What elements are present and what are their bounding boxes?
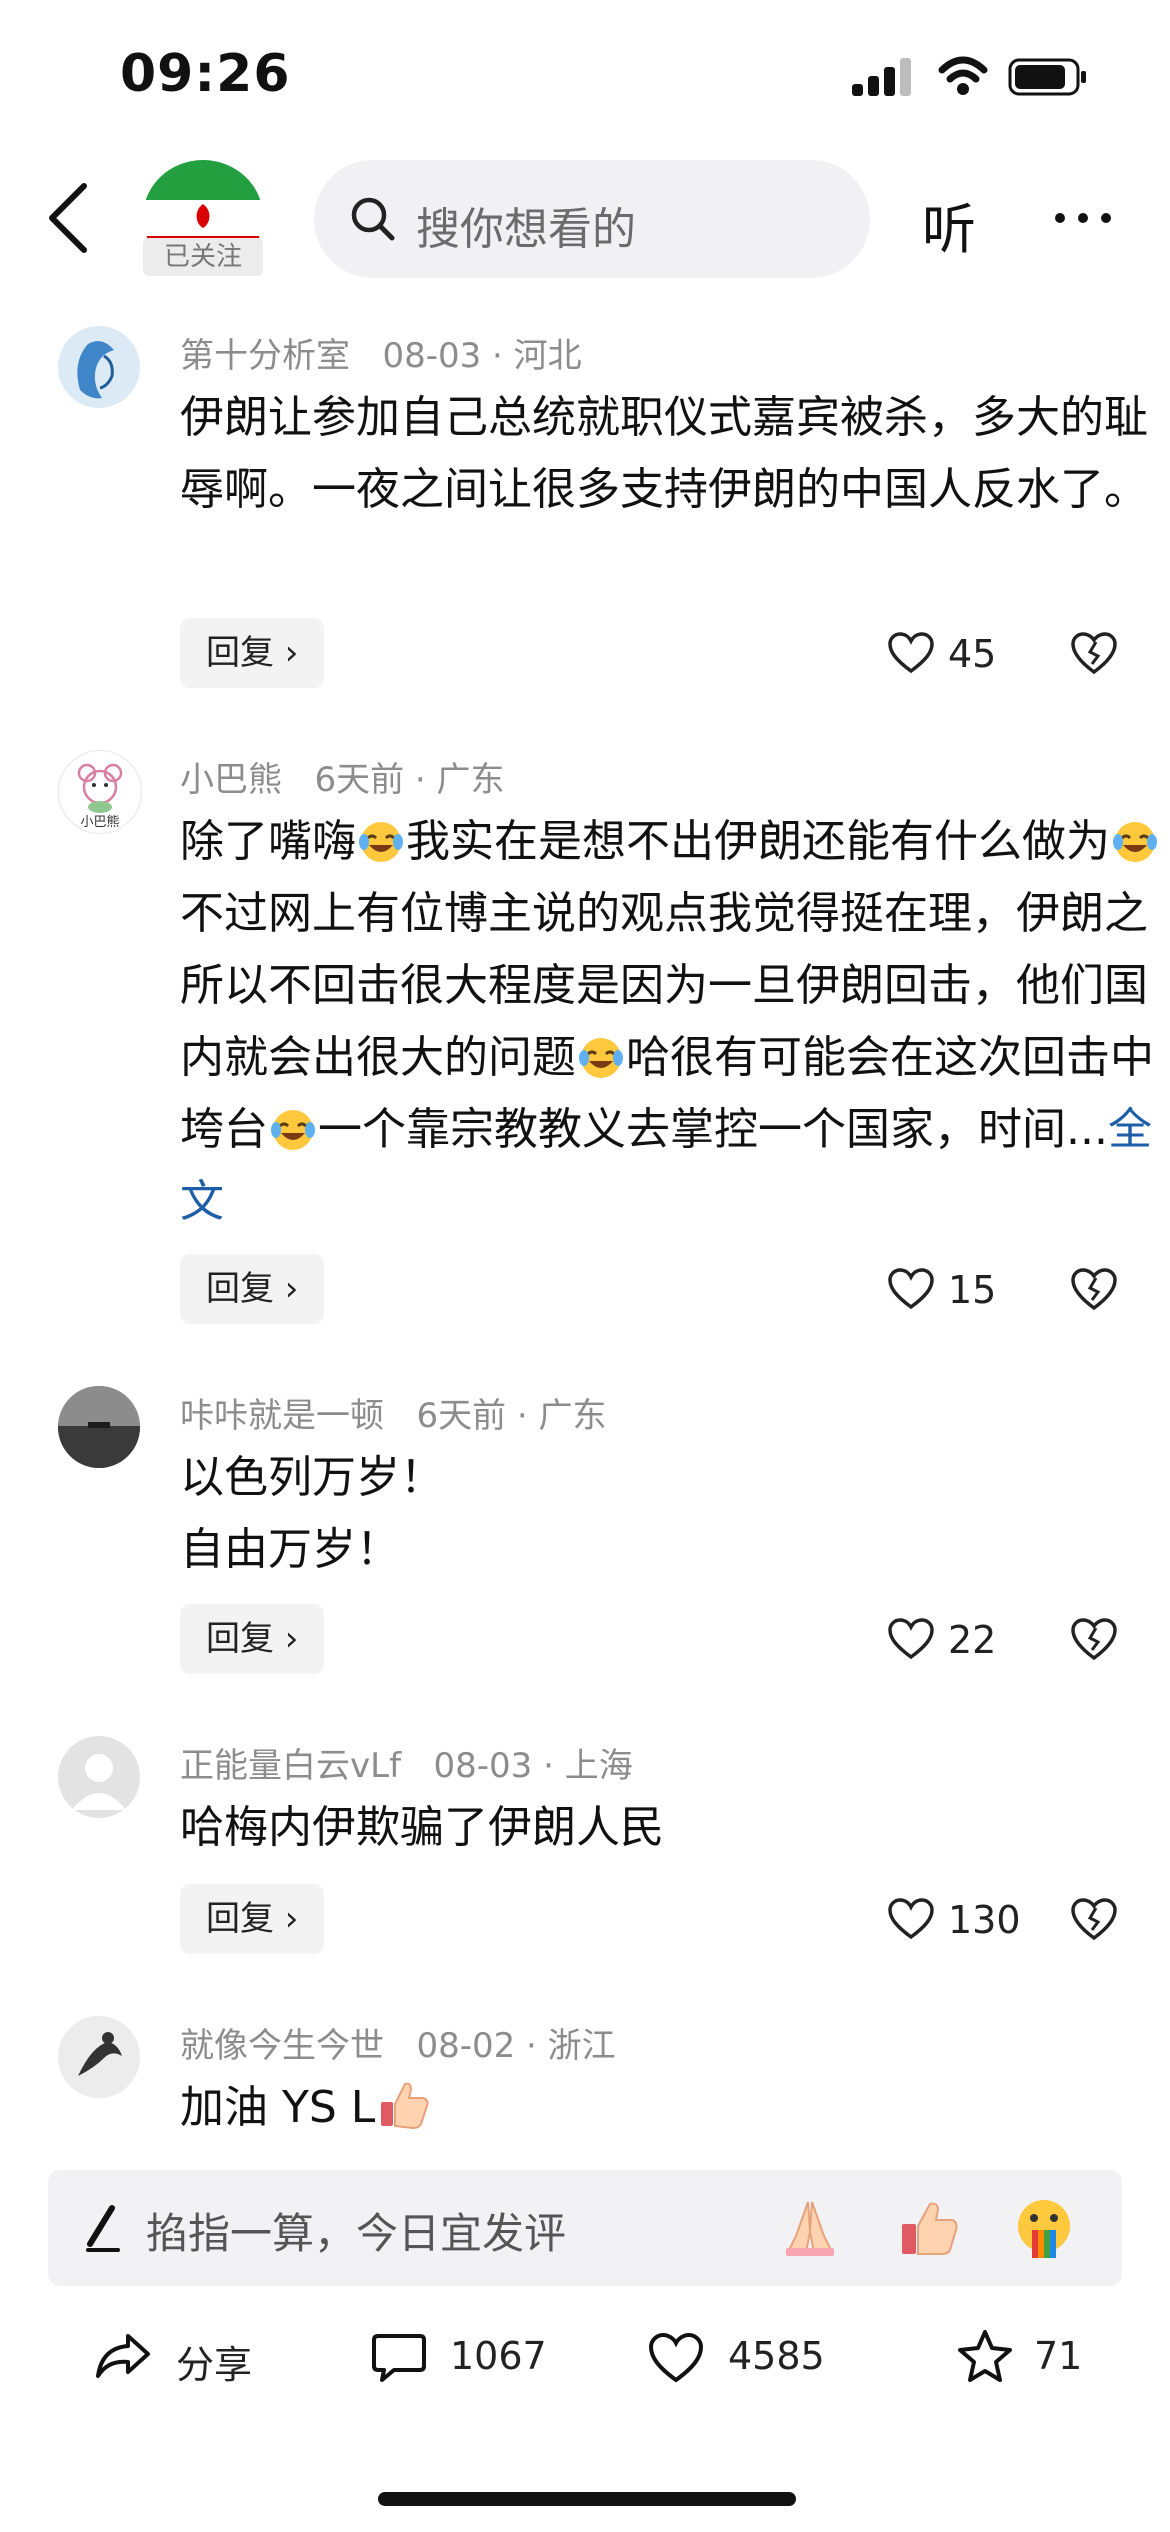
comment-username[interactable]: 小巴熊 (180, 760, 282, 800)
back-arrow-icon[interactable] (44, 180, 92, 256)
comment-meta: 正能量白云vLf 08-03 · 上海 (180, 1746, 633, 1786)
reply-button[interactable]: 回复 › (180, 618, 325, 688)
comment-input[interactable]: 掐指一算，今日宜发评 (146, 2200, 566, 2261)
reply-label: 回复 (206, 1899, 274, 1939)
heart-like-icon[interactable] (888, 1618, 934, 1660)
woman-portrait-icon (58, 326, 140, 408)
comment-text: 哈梅内伊欺骗了伊朗人民 (180, 1802, 664, 1853)
reply-button[interactable]: 回复 › (180, 1884, 325, 1954)
wifi-icon (938, 56, 988, 95)
comment-meta: 咔咔就是一顿 6天前 · 广东 (180, 1396, 607, 1436)
crying-laughing-emoji-icon (1113, 822, 1157, 862)
comment-meta: 第十分析室 08-03 · 河北 (180, 336, 582, 376)
comment-username[interactable]: 第十分析室 (180, 336, 350, 376)
battery-icon (1008, 58, 1086, 96)
heart-like-icon[interactable] (888, 632, 934, 674)
comment-location: 浙江 (547, 2026, 616, 2066)
share-arrow-icon[interactable] (94, 2330, 152, 2382)
cellular-signal-icon (852, 58, 911, 96)
broken-heart-dislike-icon[interactable] (1070, 1896, 1118, 1942)
comment-text-segment: 除了嘴嗨 (180, 816, 356, 867)
status-time: 09:26 (120, 44, 291, 104)
comment-meta: 小巴熊 6天前 · 广东 (180, 760, 505, 800)
commenter-avatar[interactable] (58, 326, 140, 408)
thumbs-up-emoji-icon[interactable] (896, 2196, 960, 2260)
comment-bubble-icon[interactable] (372, 2332, 426, 2384)
pen-edit-icon (86, 2205, 120, 2252)
comment-username[interactable]: 正能量白云vLf (180, 1746, 401, 1786)
listen-button[interactable]: 听 (922, 185, 976, 264)
comment-text-line: 自由万岁！ (180, 1524, 400, 1575)
crying-laughing-emoji-icon (271, 1110, 315, 1150)
commenter-avatar[interactable] (58, 1386, 140, 1468)
ink-figure-icon (58, 2016, 140, 2098)
like-count: 130 (948, 1898, 1021, 1942)
rainbow-vomit-emoji-icon[interactable] (1012, 2196, 1076, 2260)
broken-heart-dislike-icon[interactable] (1070, 630, 1118, 676)
comment-text-segment: 一个靠宗教教义去掌控一个国家，时间... (318, 1104, 1108, 1155)
commenter-avatar[interactable] (58, 1736, 140, 1818)
comment-text: 伊朗让参加自己总统就职仪式嘉宾被杀，多大的耻辱啊。一夜之间让很多支持伊朗的中国人… (180, 392, 1148, 515)
comment-date: 08-02 (416, 2026, 516, 2066)
reply-button[interactable]: 回复 › (180, 1254, 325, 1324)
comment-username[interactable]: 咔咔就是一顿 (180, 1396, 384, 1436)
like-count: 22 (948, 1618, 997, 1662)
comment-meta: 就像今生今世 08-02 · 浙江 (180, 2026, 616, 2066)
reply-label: 回复 (206, 1619, 274, 1659)
crying-laughing-emoji-icon (359, 822, 403, 862)
crying-laughing-emoji-icon (579, 1038, 623, 1078)
like-count: 15 (948, 1268, 997, 1312)
comment-date: 08-03 (433, 1746, 533, 1786)
reply-button[interactable]: 回复 › (180, 1604, 325, 1674)
comment-text: 除了嘴嗨 我实在是想不出伊朗还能有什么做为不过网上有位博主说的观点我觉得挺在理，伊… (180, 806, 1170, 1238)
comment-date: 08-03 (382, 336, 482, 376)
like-count: 45 (948, 632, 997, 676)
comment-text-segment: 加油 YS L (180, 2082, 376, 2133)
comment-date: 6天前 (416, 1396, 507, 1436)
heart-like-icon[interactable] (888, 1898, 934, 1940)
comments-count: 1067 (450, 2334, 547, 2378)
commenter-avatar[interactable]: 小巴熊 (58, 750, 142, 834)
favorites-count: 71 (1034, 2334, 1083, 2378)
commenter-avatar[interactable] (58, 2016, 140, 2098)
comment-location: 广东 (436, 760, 505, 800)
comment-text: 加油 YS L (180, 2072, 1170, 2144)
landscape-photo-icon (58, 1386, 140, 1468)
comment-text: 以色列万岁！ 自由万岁！ (180, 1442, 1170, 1586)
comment-text-line: 以色列万岁！ (180, 1452, 444, 1503)
reply-label: 回复 (206, 1269, 274, 1309)
home-indicator[interactable] (378, 2492, 796, 2506)
more-options-icon[interactable] (1052, 210, 1114, 226)
thumbs-up-emoji-icon (381, 2082, 429, 2130)
heart-like-icon[interactable] (888, 1268, 934, 1310)
broken-heart-dislike-icon[interactable] (1070, 1266, 1118, 1312)
star-favorite-icon[interactable] (956, 2328, 1014, 2384)
comment-text-segment: 我实在是想不出伊朗还能有什么做为 (406, 816, 1110, 867)
praying-hands-emoji-icon[interactable] (778, 2196, 842, 2260)
comment-location: 河北 (513, 336, 582, 376)
likes-count: 4585 (728, 2334, 825, 2378)
comment-date: 6天前 (314, 760, 405, 800)
heart-like-icon[interactable] (648, 2332, 704, 2384)
share-label[interactable]: 分享 (176, 2334, 252, 2389)
comment-location: 广东 (538, 1396, 607, 1436)
broken-heart-dislike-icon[interactable] (1070, 1616, 1118, 1662)
avatar-caption: 小巴熊 (80, 815, 120, 830)
search-icon (351, 197, 395, 241)
reply-label: 回复 (206, 633, 274, 673)
default-user-icon (72, 1754, 126, 1810)
comment-username[interactable]: 就像今生今世 (180, 2026, 384, 2066)
search-input[interactable]: 搜你想看的 (416, 193, 636, 257)
followed-badge[interactable]: 已关注 (143, 238, 263, 276)
comment-location: 上海 (564, 1746, 633, 1786)
